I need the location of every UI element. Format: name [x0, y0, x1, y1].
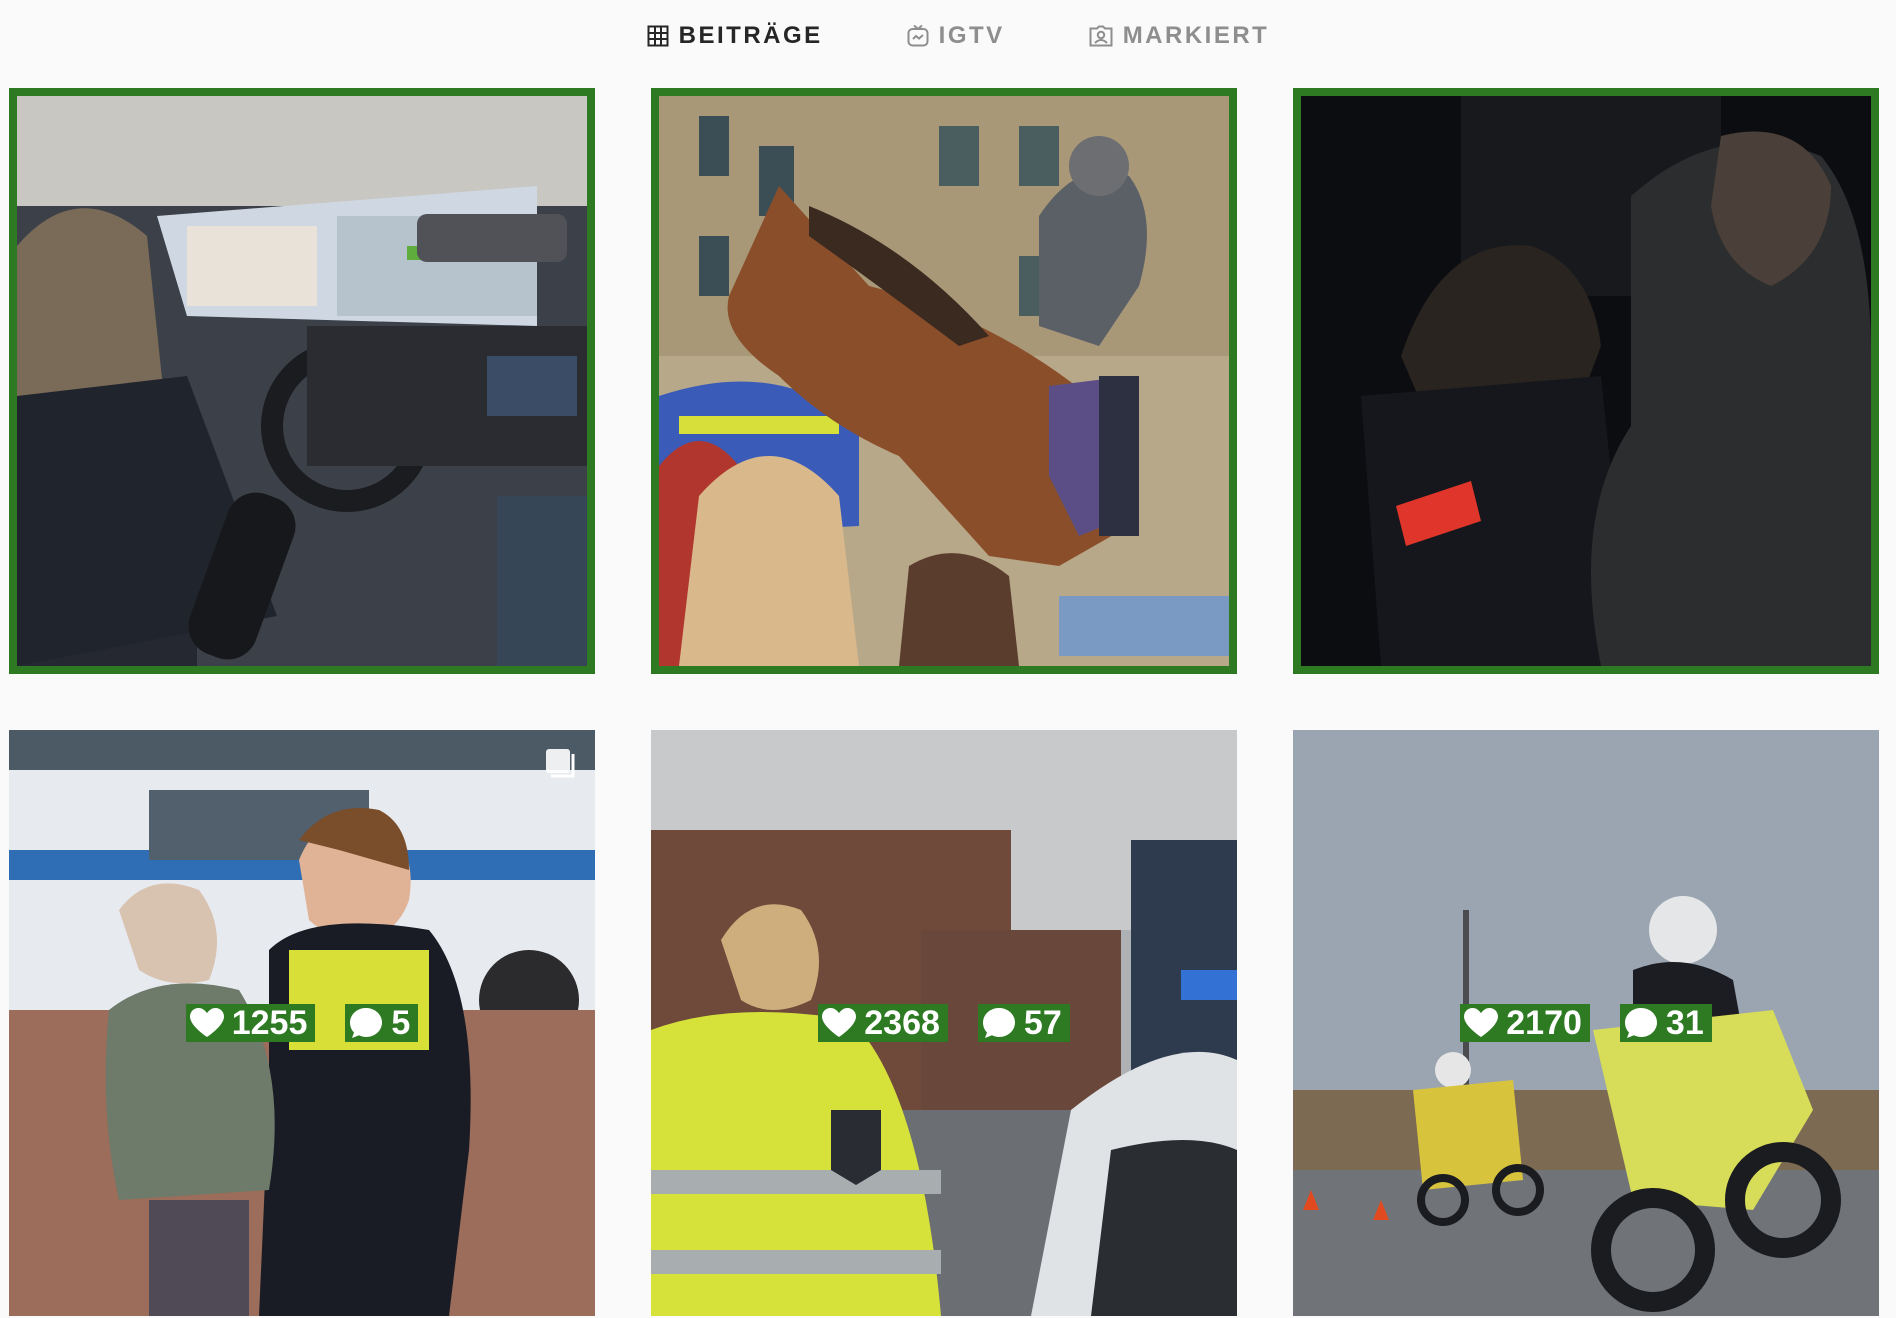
tab-markiert[interactable]: MARKIERT: [1089, 22, 1270, 50]
tab-igtv[interactable]: IGTV: [907, 22, 1005, 50]
likes-count: 1255: [185, 1004, 316, 1042]
tagged-icon: [1089, 25, 1113, 47]
tab-beitraege-label: BEITRÄGE: [678, 22, 823, 49]
comments-count: 31: [1619, 1004, 1712, 1042]
likes-value: 1255: [231, 1004, 308, 1042]
post-image-mounted-police: [659, 96, 1229, 666]
post-thumbnail[interactable]: 1255 5: [9, 730, 595, 1316]
tab-igtv-label: IGTV: [938, 22, 1005, 49]
posts-grid: 1255 5 2368 57 2170 31: [9, 88, 1879, 1316]
post-stats-overlay: 1255 5: [9, 730, 595, 1316]
comment-bubble-icon: [982, 1007, 1016, 1039]
likes-value: 2170: [1506, 1004, 1582, 1042]
heart-icon: [1464, 1008, 1499, 1038]
likes-count: 2170: [1460, 1004, 1590, 1042]
comments-value: 31: [1665, 1004, 1704, 1042]
heart-icon: [189, 1008, 224, 1038]
post-thumbnail[interactable]: 2170 31: [1293, 730, 1879, 1316]
comments-count: 57: [977, 1004, 1070, 1042]
post-stats-overlay: 2170 31: [1293, 730, 1879, 1316]
comment-bubble-icon: [1624, 1007, 1658, 1039]
profile-tabs: BEITRÄGE IGTV MARKIERT: [0, 0, 1896, 72]
post-thumbnail[interactable]: [9, 88, 595, 674]
comments-value: 5: [391, 1004, 411, 1042]
post-image-car-interior: [17, 96, 587, 666]
comments-value: 57: [1023, 1004, 1062, 1042]
comment-bubble-icon: [349, 1007, 383, 1039]
post-thumbnail[interactable]: [651, 88, 1237, 674]
post-image-night-officer: [1301, 96, 1871, 666]
comments-count: 5: [345, 1004, 419, 1042]
post-stats-overlay: 2368 57: [651, 730, 1237, 1316]
post-thumbnail[interactable]: [1293, 88, 1879, 674]
tab-beitraege[interactable]: BEITRÄGE: [647, 22, 823, 50]
heart-icon: [822, 1008, 857, 1038]
tab-markiert-label: MARKIERT: [1122, 22, 1270, 49]
grid-icon: [647, 25, 669, 47]
carousel-icon: [545, 748, 577, 785]
likes-value: 2368: [864, 1004, 940, 1042]
likes-count: 2368: [818, 1004, 948, 1042]
post-thumbnail[interactable]: 2368 57: [651, 730, 1237, 1316]
igtv-icon: [907, 25, 929, 47]
